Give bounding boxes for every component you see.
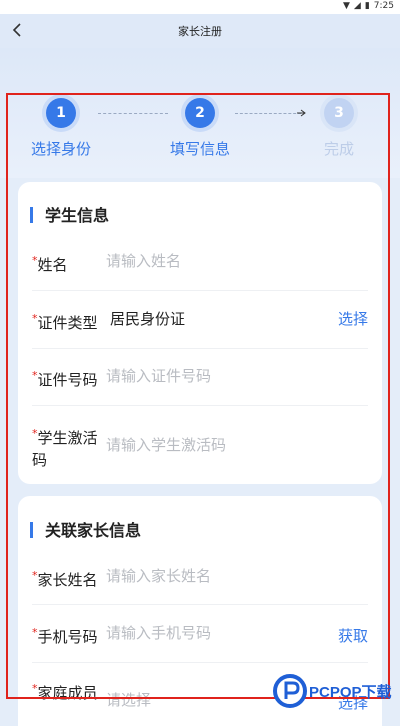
status-time: 7:25 [373, 1, 394, 11]
highlight-frame [6, 93, 390, 699]
signal-icon: ◢ [353, 1, 361, 11]
svg-text:PCPOP下载: PCPOP下载 [309, 683, 392, 701]
app-bar: 家长注册 [0, 14, 400, 48]
wifi-icon: ▼ [342, 1, 350, 11]
battery-icon: ▮ [364, 1, 370, 11]
pcpop-logo-icon: PCPOP下载 [273, 674, 392, 708]
status-icons: ▼ ◢ ▮ 7:25 [343, 1, 394, 11]
page-title: 家长注册 [178, 25, 222, 38]
status-bar: ▼ ◢ ▮ 7:25 [0, 0, 400, 14]
pcpop-watermark-logo: PCPOP下载 [272, 672, 398, 710]
